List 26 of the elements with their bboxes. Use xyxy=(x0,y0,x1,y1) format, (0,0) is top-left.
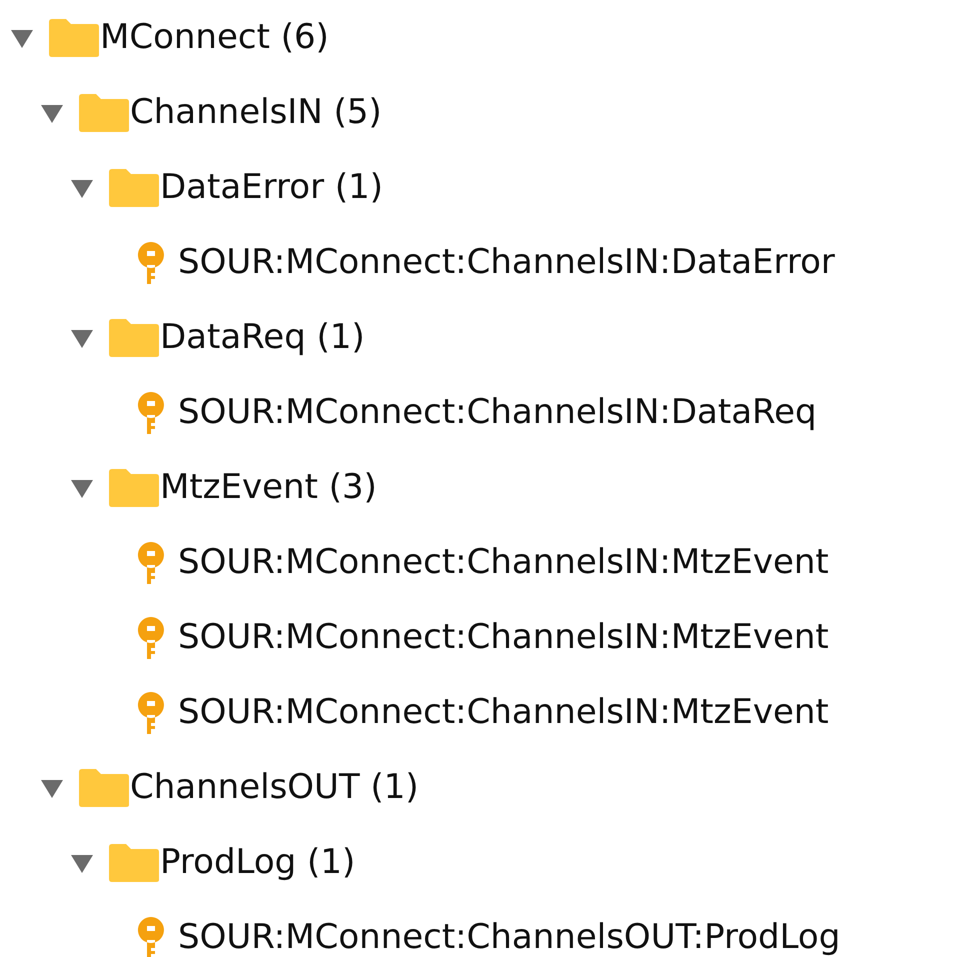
folder-label[interactable]: MConnect (6) xyxy=(100,12,329,63)
folder-label[interactable]: ChannelsOUT (1) xyxy=(130,762,419,813)
key-label[interactable]: SOUR:MConnect:ChannelsIN:DataError xyxy=(178,237,835,288)
folder-icon xyxy=(108,168,160,208)
key-icon xyxy=(136,916,166,957)
folder-label[interactable]: MtzEvent (3) xyxy=(160,462,377,513)
folder-label[interactable]: DataReq (1) xyxy=(160,312,365,363)
key-icon xyxy=(136,690,166,734)
key-label[interactable]: SOUR:MConnect:ChannelsIN:MtzEvent xyxy=(178,612,829,663)
folder-icon xyxy=(108,842,160,882)
key-label[interactable]: SOUR:MConnect:ChannelsIN:MtzEvent xyxy=(178,687,829,738)
folder-icon xyxy=(78,768,130,808)
folder-icon xyxy=(108,318,160,358)
key-icon xyxy=(136,240,166,284)
key-label[interactable]: SOUR:MConnect:ChannelsIN:DataReq xyxy=(178,387,817,438)
key-icon xyxy=(136,540,166,584)
folder-icon xyxy=(48,18,100,58)
folder-icon xyxy=(108,468,160,508)
folder-label[interactable]: ProdLog (1) xyxy=(160,837,356,888)
key-icon xyxy=(136,616,166,660)
key-label[interactable]: SOUR:MConnect:ChannelsIN:MtzEvent xyxy=(178,537,829,588)
key-icon xyxy=(136,390,166,434)
folder-icon xyxy=(78,92,130,132)
folder-label[interactable]: ChannelsIN (5) xyxy=(130,87,382,138)
key-label[interactable]: SOUR:MConnect:ChannelsOUT:ProdLog xyxy=(178,912,840,957)
folder-label[interactable]: DataError (1) xyxy=(160,162,384,213)
